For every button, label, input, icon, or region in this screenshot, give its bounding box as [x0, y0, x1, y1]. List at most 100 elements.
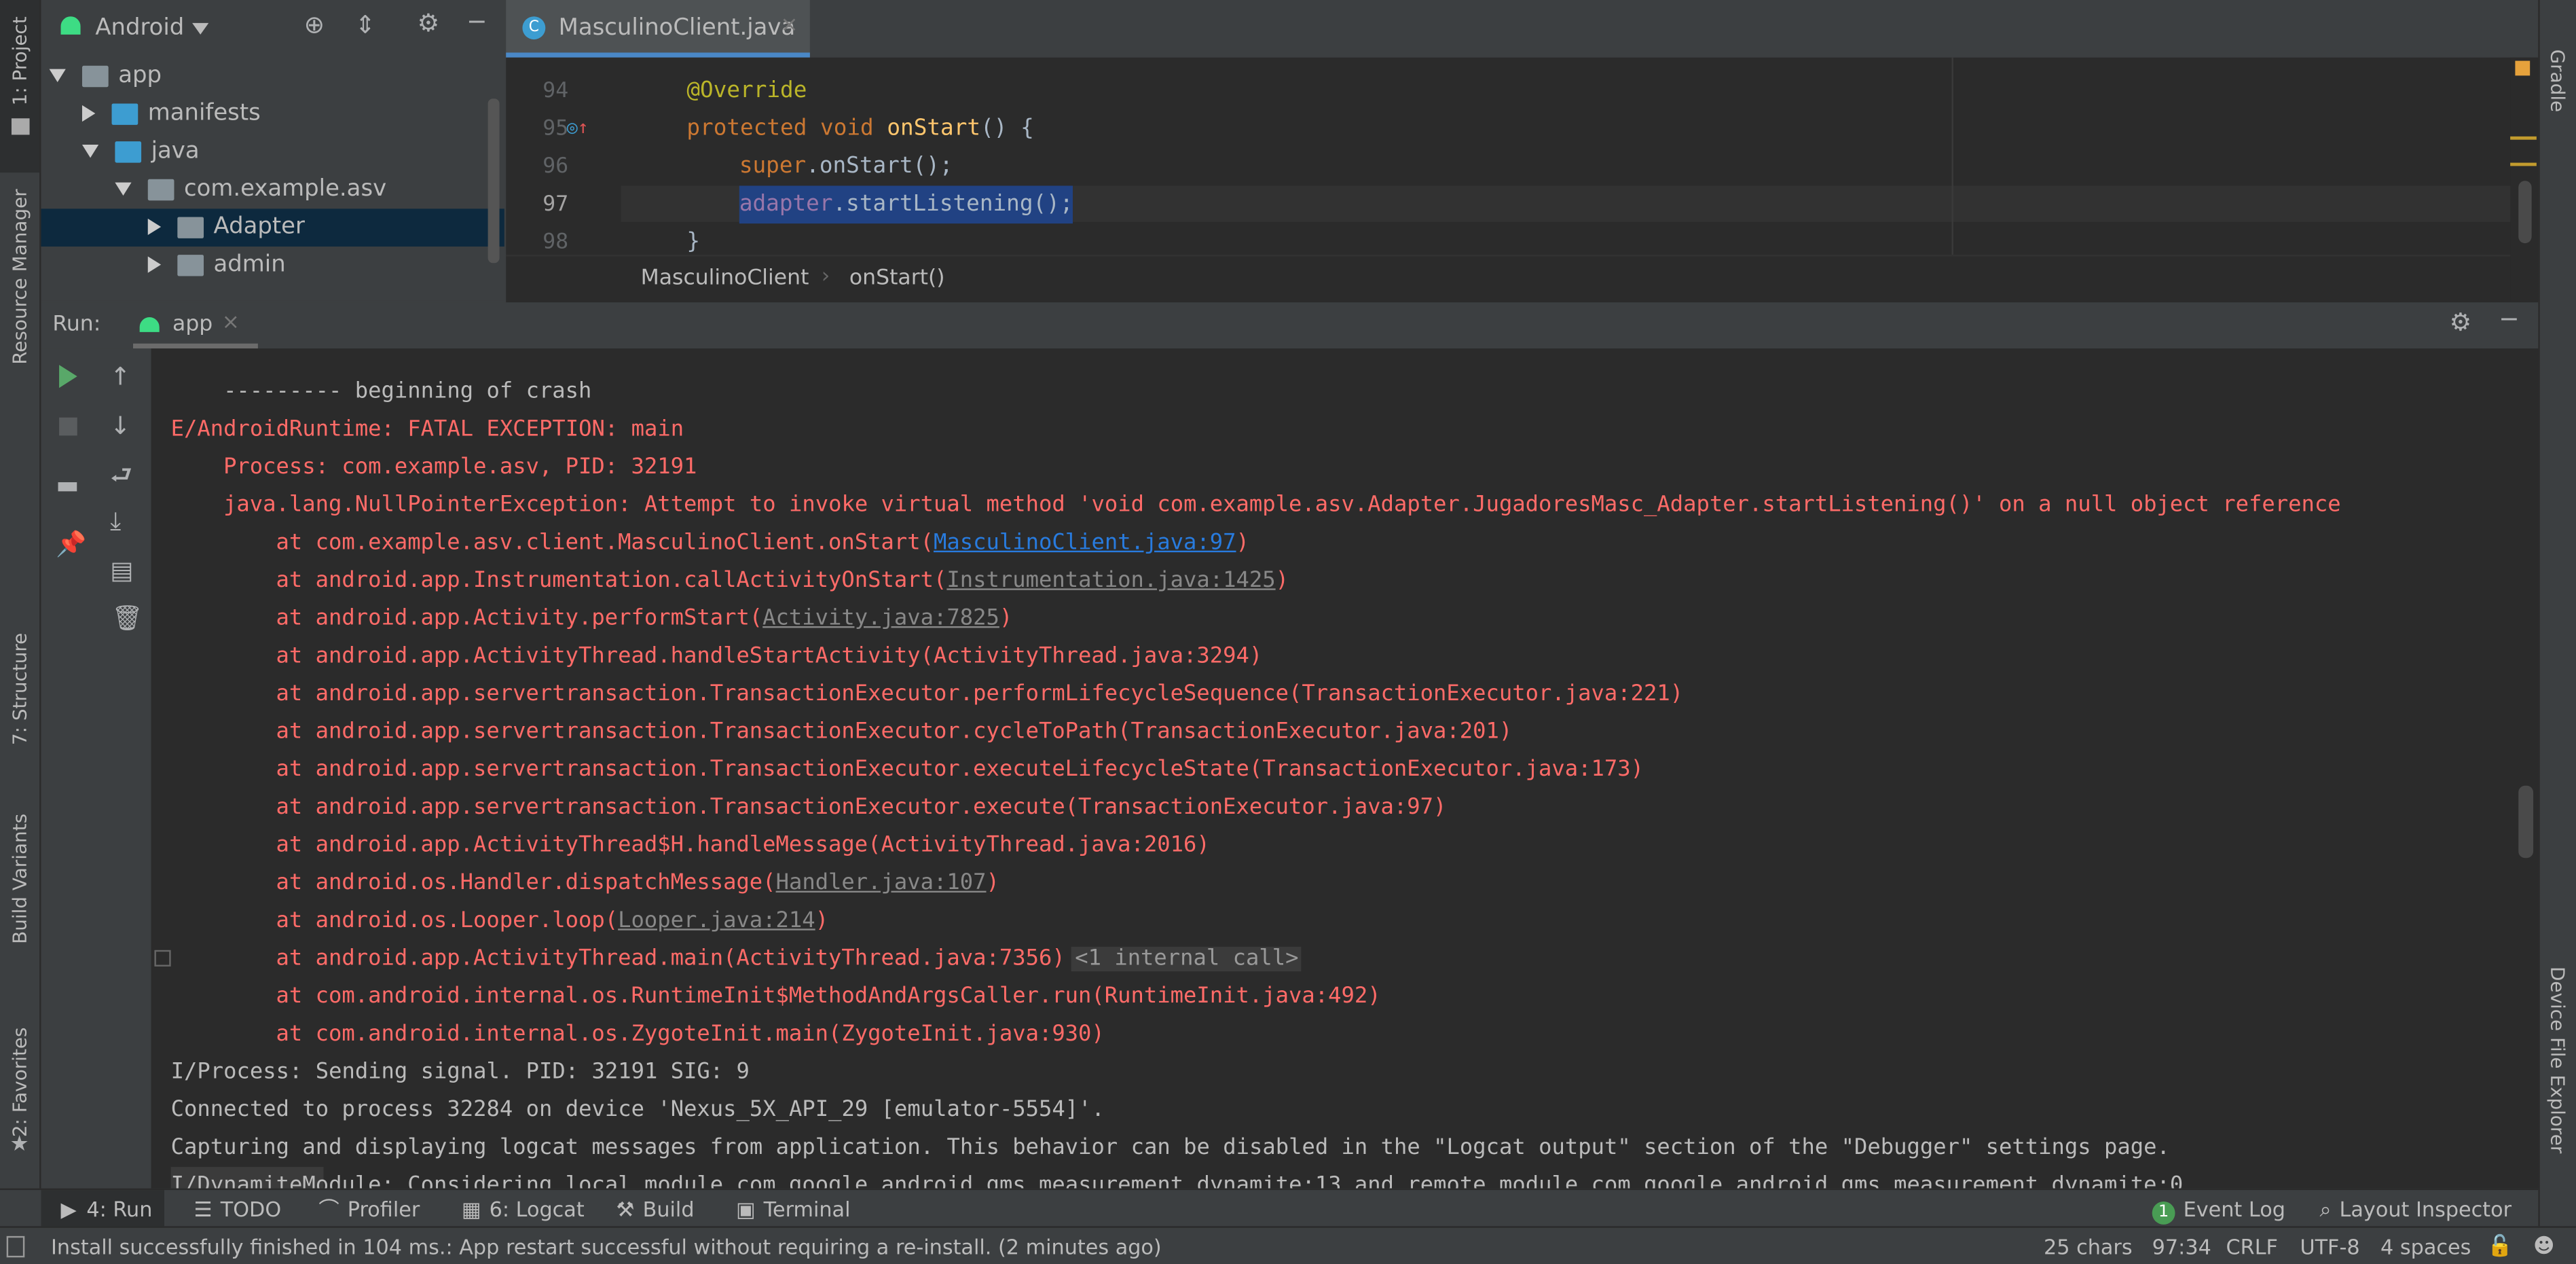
terminal-icon: ▣: [735, 1196, 756, 1222]
scroll-to-end-icon[interactable]: ⤓: [110, 509, 121, 534]
gradle-tab[interactable]: Gradle: [2546, 50, 2569, 113]
source-link[interactable]: Looper.java:214: [618, 909, 815, 933]
source-link[interactable]: Handler.java:107: [776, 871, 987, 896]
console-line: at android.app.Instrumentation.callActiv…: [276, 562, 1289, 600]
close-icon[interactable]: ×: [780, 13, 798, 37]
line-separator[interactable]: CRLF: [2226, 1234, 2278, 1259]
gear-icon[interactable]: ⚙: [418, 11, 440, 36]
editor-scrollbar[interactable]: [2518, 181, 2532, 244]
console-text: ): [999, 606, 1013, 632]
device-file-explorer-tab[interactable]: Device File Explorer: [2546, 967, 2569, 1153]
line-number: 95: [542, 116, 569, 142]
console-line: at android.app.servertransaction.Transac…: [276, 751, 1643, 789]
line-number: 96: [542, 154, 569, 179]
rerun-icon[interactable]: [59, 365, 77, 389]
project-header: Android ⊕ ⇕ ⚙ −: [41, 0, 504, 58]
breadcrumb-method[interactable]: onStart(): [849, 266, 945, 291]
pin-icon[interactable]: 📌: [56, 532, 86, 557]
tree-item-manifests[interactable]: manifests: [81, 95, 261, 133]
console-line: I/DynamiteModule: Considering local modu…: [170, 1167, 2183, 1189]
close-icon[interactable]: ×: [222, 310, 240, 335]
event-log-tab[interactable]: 1 Event Log: [2152, 1190, 2285, 1228]
up-arrow-icon[interactable]: ↑: [110, 364, 130, 389]
console-text: at com.android.internal.os.RuntimeInit$M…: [276, 984, 1381, 1009]
source-link[interactable]: Instrumentation.java:1425: [946, 568, 1275, 593]
minimize-icon[interactable]: −: [466, 9, 487, 35]
layout-icon[interactable]: ▬: [56, 473, 79, 498]
file-encoding[interactable]: UTF-8: [2300, 1234, 2359, 1259]
code-line-95: protected void onStart() {: [686, 110, 1033, 148]
tool-tab-label: Terminal: [763, 1196, 851, 1222]
down-arrow-icon[interactable]: ↓: [110, 414, 130, 439]
console-line: at android.app.servertransaction.Transac…: [276, 713, 1512, 751]
tool-windows-icon[interactable]: [6, 1235, 25, 1258]
tree-item-java[interactable]: java: [81, 133, 200, 171]
source-link[interactable]: Activity.java:7825: [762, 607, 999, 631]
project-tool-tab[interactable]: 1: Project: [0, 0, 40, 173]
console-output[interactable]: --------- beginning of crash E/AndroidRun…: [151, 348, 2539, 1189]
tree-label: app: [118, 62, 162, 89]
expand-fold-icon[interactable]: [154, 950, 171, 967]
console-text: at android.app.ActivityThread$H.handleMe…: [276, 833, 1210, 859]
collapsed-arrow-icon: [147, 218, 162, 236]
expanded-arrow-icon: [49, 69, 66, 82]
structure-tab[interactable]: 7: Structure: [8, 633, 31, 745]
field: adapter: [739, 190, 833, 217]
breadcrumb-class[interactable]: MasculinoClient: [641, 266, 809, 291]
inspector-icon: ⌕: [2319, 1196, 2332, 1222]
resource-manager-tab[interactable]: Resource Manager: [8, 189, 31, 364]
trash-icon[interactable]: 🗑: [112, 606, 143, 631]
android-icon: [139, 317, 160, 332]
tool-tab-run[interactable]: ▶ 4: Run: [41, 1190, 164, 1228]
locate-icon[interactable]: ⊕: [304, 12, 325, 37]
event-badge: 1: [2152, 1202, 2175, 1225]
logcat-icon: ▦: [461, 1196, 481, 1222]
gear-icon[interactable]: ⚙: [2450, 310, 2472, 335]
console-text: at com.android.internal.os.ZygoteInit.ma…: [276, 1022, 1105, 1047]
console-line: Process: com.example.asv, PID: 32191: [223, 449, 697, 487]
run-tab-app[interactable]: app ×: [120, 302, 265, 349]
tool-tab-label: Profiler: [347, 1196, 420, 1222]
lock-icon[interactable]: 🔓: [2487, 1233, 2513, 1259]
tree-item-package[interactable]: com.example.asv: [115, 171, 386, 209]
package-icon: [177, 216, 204, 238]
tree-item-admin[interactable]: admin: [147, 247, 286, 285]
console-text: at android.app.servertransaction.Transac…: [276, 682, 1684, 707]
folded-internal-call[interactable]: <1 internal call>: [1071, 946, 1302, 971]
caret-position[interactable]: 97:34: [2152, 1234, 2211, 1259]
tool-tab-label: Event Log: [2183, 1196, 2285, 1222]
override-gutter-icon[interactable]: ◎↑: [567, 118, 589, 137]
console-line: --------- beginning of crash: [223, 373, 591, 411]
indent-setting[interactable]: 4 spaces: [2380, 1234, 2471, 1259]
console-text: ): [1275, 568, 1289, 594]
collapse-all-icon[interactable]: ⇕: [355, 12, 375, 37]
soft-wrap-icon[interactable]: ⮐: [110, 463, 132, 488]
console-text: at android.app.ActivityThread.main(Activ…: [276, 946, 1065, 972]
tool-tab-logcat[interactable]: ▦ 6: Logcat: [462, 1190, 585, 1228]
favorites-tab[interactable]: 2: Favorites: [8, 1028, 31, 1138]
tool-tab-build[interactable]: ⚒ Build: [616, 1190, 694, 1228]
console-line: at android.app.servertransaction.Transac…: [276, 789, 1446, 827]
print-icon[interactable]: ▤: [110, 558, 133, 583]
list-icon: ☰: [194, 1196, 213, 1222]
minimize-icon[interactable]: −: [2499, 306, 2519, 332]
chevron-down-icon[interactable]: [192, 22, 209, 35]
console-scrollbar[interactable]: [2518, 785, 2534, 859]
view-selector[interactable]: Android: [95, 15, 184, 41]
tree-item-adapter[interactable]: Adapter: [147, 209, 305, 247]
editor-tab-active[interactable]: C MasculinoClient.java ×: [506, 0, 810, 58]
status-message[interactable]: Install successfully finished in 104 ms.…: [51, 1234, 1162, 1259]
console-text: E/AndroidRuntime: FATAL EXCEPTION: main: [170, 417, 684, 442]
project-scrollbar[interactable]: [487, 98, 500, 264]
tool-tab-profiler[interactable]: ⌒ Profiler: [318, 1190, 420, 1228]
inspector-status-icon[interactable]: ☻: [2533, 1233, 2555, 1257]
tool-tab-terminal[interactable]: ▣ Terminal: [736, 1190, 851, 1228]
tool-tab-todo[interactable]: ☰ TODO: [194, 1190, 282, 1228]
stop-icon[interactable]: [59, 417, 77, 436]
tree-item-app[interactable]: app: [49, 58, 162, 96]
build-variants-tab[interactable]: Build Variants: [8, 814, 31, 944]
console-line: java.lang.NullPointerException: Attempt …: [223, 486, 2341, 524]
layout-inspector-tab[interactable]: ⌕ Layout Inspector: [2319, 1190, 2511, 1228]
source-link[interactable]: MasculinoClient.java:97: [934, 531, 1236, 556]
console-line: Capturing and displaying logcat messages…: [171, 1130, 2170, 1168]
